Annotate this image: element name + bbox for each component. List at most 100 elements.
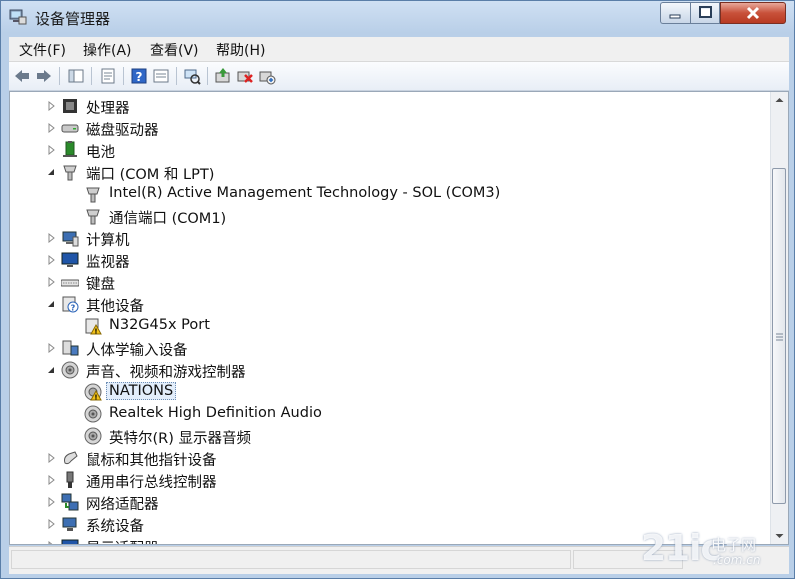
collapsed-arrow-icon[interactable] (46, 255, 56, 265)
tree-category[interactable]: ? 其他设备 (10, 293, 762, 315)
maximize-button[interactable] (690, 2, 720, 24)
collapsed-arrow-icon[interactable] (46, 145, 56, 155)
collapsed-arrow-icon[interactable] (46, 541, 56, 545)
forward-arrow-icon[interactable] (35, 67, 53, 85)
menu-help[interactable]: 帮助(H) (216, 40, 265, 60)
collapsed-arrow-icon[interactable] (46, 343, 56, 353)
minimize-button[interactable] (660, 2, 690, 24)
properties-icon[interactable] (99, 67, 117, 85)
tree-label: 键盘 (86, 277, 115, 293)
status-pane-main (11, 550, 571, 569)
tree-category[interactable]: 磁盘驱动器 (10, 117, 762, 139)
tree-device[interactable]: 通信端口 (COM1) (10, 205, 762, 227)
tree-label: 端口 (COM 和 LPT) (86, 167, 215, 183)
tree-label: 系统设备 (86, 519, 144, 535)
scan-hardware-icon[interactable] (183, 67, 201, 85)
selected-device-label: NATIONS (106, 382, 177, 400)
uninstall-icon[interactable] (236, 67, 254, 85)
computer-icon (62, 231, 79, 247)
tree-category[interactable]: 鼠标和其他指针设备 (10, 447, 762, 469)
tree-label: 磁盘驱动器 (86, 123, 159, 139)
collapsed-arrow-icon[interactable] (46, 453, 56, 463)
tree-category[interactable]: 通用串行总线控制器 (10, 469, 762, 491)
tree-category[interactable]: 电池 (10, 139, 762, 161)
tree-label: 网络适配器 (86, 497, 159, 513)
tree-label: 计算机 (86, 233, 130, 249)
tree-device[interactable]: ! N32G45x Port (10, 315, 762, 337)
tree-label: 显示适配器 (86, 537, 159, 544)
enable-device-icon[interactable] (258, 67, 276, 85)
collapsed-arrow-icon[interactable] (46, 277, 56, 287)
keyboard-icon (61, 279, 79, 287)
tree-device[interactable]: Intel(R) Active Management Technology - … (10, 183, 762, 205)
scroll-up-icon[interactable] (771, 92, 788, 109)
display-icon (61, 539, 79, 544)
scroll-thumb[interactable] (772, 168, 786, 504)
expanded-arrow-icon[interactable] (46, 365, 56, 375)
tree-category[interactable]: 处理器 (10, 95, 762, 117)
collapsed-arrow-icon[interactable] (46, 123, 56, 133)
tree-label: 鼠标和其他指针设备 (86, 453, 217, 469)
tree-category[interactable]: 计算机 (10, 227, 762, 249)
maximize-icon (699, 6, 712, 18)
tree-category[interactable]: 人体学输入设备 (10, 337, 762, 359)
collapsed-arrow-icon[interactable] (46, 519, 56, 529)
tree-label: Realtek High Definition Audio (109, 405, 322, 421)
tree-label: 其他设备 (86, 299, 144, 315)
tree-label: 电池 (86, 145, 115, 161)
update-driver-icon[interactable] (214, 67, 232, 85)
unknown-device-icon: ? (62, 296, 79, 313)
tree-category[interactable]: 网络适配器 (10, 491, 762, 513)
svg-text:!: ! (94, 394, 97, 402)
tree-label: 人体学输入设备 (86, 343, 188, 359)
monitor-icon (61, 252, 79, 267)
tree-category[interactable]: 端口 (COM 和 LPT) (10, 161, 762, 183)
menu-file[interactable]: 文件(F) (19, 40, 66, 60)
collapsed-arrow-icon[interactable] (46, 497, 56, 507)
menu-view[interactable]: 查看(V) (150, 40, 199, 60)
expanded-arrow-icon[interactable] (46, 299, 56, 309)
watermark-brand: 21ic (641, 528, 722, 569)
title-bar[interactable]: 设备管理器 (1, 1, 794, 33)
usb-icon (66, 471, 74, 488)
tree-device[interactable]: ! NATIONS (10, 381, 762, 403)
collapsed-arrow-icon[interactable] (46, 101, 56, 111)
device-manager-icon (9, 9, 27, 25)
menu-bar: 文件(F) 操作(A) 查看(V) 帮助(H) (9, 37, 789, 62)
back-arrow-icon[interactable] (13, 67, 31, 85)
show-hide-tree-icon[interactable] (67, 67, 85, 85)
watermark-cn: 电子网 (711, 536, 757, 554)
port-icon (86, 187, 100, 203)
svg-text:?: ? (136, 70, 143, 84)
minimize-icon (669, 14, 681, 19)
device-manager-window: 设备管理器 文件(F) 操作(A) 查看(V) 帮助(H) ? 处理器 磁盘驱动… (0, 0, 795, 579)
collapsed-arrow-icon[interactable] (46, 233, 56, 243)
warning-device-icon: ! (85, 318, 102, 336)
expanded-arrow-icon[interactable] (46, 167, 56, 177)
close-button[interactable] (720, 2, 786, 24)
watermark-domain: .com.cn (713, 553, 761, 567)
hid-icon (62, 340, 79, 356)
tree-category[interactable]: 声音、视频和游戏控制器 (10, 359, 762, 381)
tree-label: 通用串行总线控制器 (86, 475, 217, 491)
svg-text:?: ? (71, 304, 76, 313)
tree-device[interactable]: 英特尔(R) 显示器音频 (10, 425, 762, 447)
tree-device[interactable]: Realtek High Definition Audio (10, 403, 762, 425)
toolbar: ? (9, 62, 789, 91)
svg-text:!: ! (94, 328, 97, 336)
tree-label: 监视器 (86, 255, 130, 271)
tree-label: N32G45x Port (109, 317, 210, 333)
device-tree[interactable]: 处理器磁盘驱动器电池端口 (COM 和 LPT) Intel(R) Active … (9, 91, 789, 545)
speaker-icon (84, 427, 102, 445)
warning-speaker-icon: ! (84, 383, 102, 401)
tree-label: 处理器 (86, 101, 130, 117)
vertical-scrollbar[interactable] (770, 92, 788, 544)
watermark: 21ic 电子网 .com.cn (641, 528, 791, 574)
help-icon[interactable]: ? (130, 67, 148, 85)
menu-action[interactable]: 操作(A) (83, 40, 132, 60)
tree-category[interactable]: 监视器 (10, 249, 762, 271)
collapsed-arrow-icon[interactable] (46, 475, 56, 485)
view-icon[interactable] (152, 67, 170, 85)
disk-drive-icon (61, 124, 79, 133)
tree-category[interactable]: 键盘 (10, 271, 762, 293)
